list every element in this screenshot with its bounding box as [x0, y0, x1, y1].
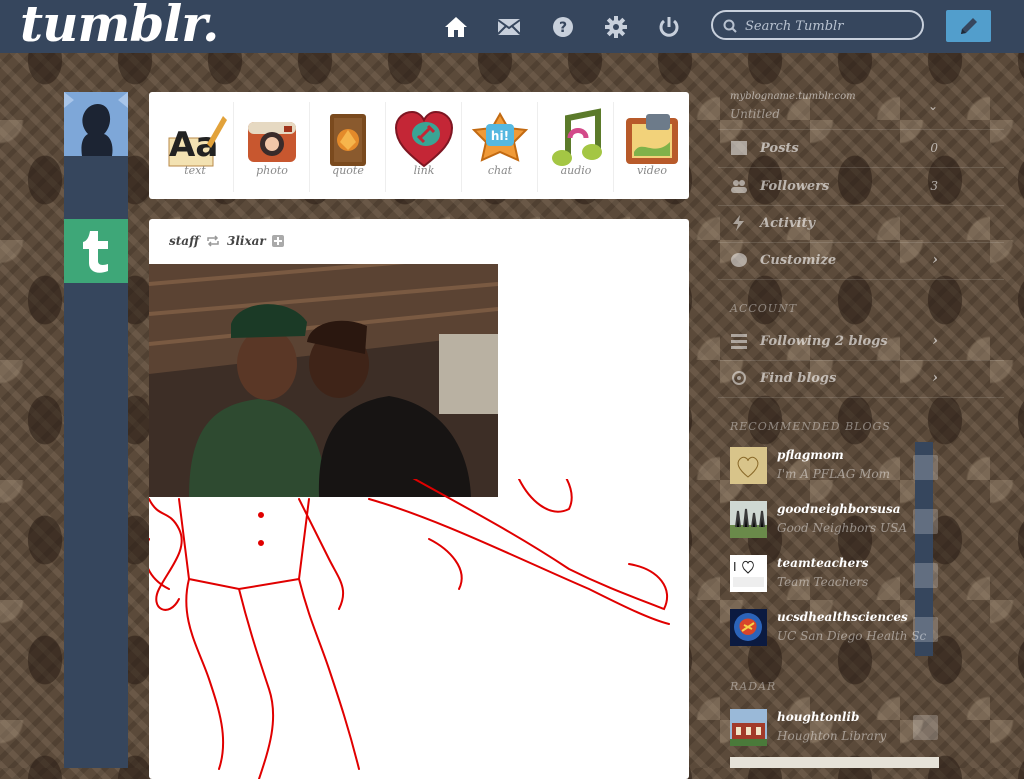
- recommended-heading: RECOMMENDED BLOGS: [730, 420, 891, 433]
- radar-heading: RADAR: [730, 680, 777, 693]
- search-box[interactable]: [711, 10, 924, 40]
- post-header: staff 3lixar: [169, 234, 284, 248]
- account-heading: ACCOUNT: [730, 302, 798, 315]
- post-type-quote[interactable]: quote: [309, 102, 386, 192]
- follow-plus-icon[interactable]: [271, 235, 284, 247]
- radar-post-preview[interactable]: [730, 757, 939, 768]
- post-type-audio[interactable]: audio: [537, 102, 614, 192]
- dashboard-post: staff 3lixar: [149, 219, 689, 779]
- blog-avatar: [730, 501, 767, 538]
- link-icon: [394, 110, 454, 168]
- tumblr-logo[interactable]: tumblr.: [20, 0, 219, 53]
- svg-text:I: I: [733, 560, 737, 574]
- post-author[interactable]: staff: [169, 234, 199, 248]
- followers-icon: [731, 180, 747, 193]
- top-bar: tumblr. ?: [0, 0, 1024, 53]
- left-strip: [64, 92, 128, 768]
- post-type-photo[interactable]: photo: [233, 102, 310, 192]
- recommended-blog[interactable]: ucsdhealthsciences UC San Diego Health S…: [730, 605, 940, 653]
- recommended-blog[interactable]: pflagmom I'm A PFLAG Mom: [730, 443, 940, 491]
- home-icon[interactable]: [441, 12, 471, 42]
- blog-avatar: [730, 609, 767, 646]
- sidebar-item-activity[interactable]: Activity: [718, 205, 1004, 243]
- post-type-text[interactable]: Aa text: [157, 102, 233, 192]
- following-icon: [731, 334, 747, 349]
- sidebar-item-customize[interactable]: Customize ›: [718, 242, 1004, 280]
- post-type-link[interactable]: link: [385, 102, 462, 192]
- text-icon: Aa: [168, 116, 227, 167]
- mail-icon[interactable]: [494, 12, 524, 42]
- find-blogs-icon: [732, 371, 746, 385]
- blog-title: Untitled: [730, 107, 780, 121]
- palette-icon: [731, 253, 747, 267]
- sidebar-item-following[interactable]: Following 2 blogs ›: [718, 323, 1004, 361]
- blog-avatar: [730, 447, 767, 484]
- post-type-video[interactable]: video: [613, 102, 690, 192]
- post-doodle: [149, 479, 670, 779]
- audio-icon: [552, 108, 602, 166]
- post-photo[interactable]: [149, 264, 498, 497]
- compose-button[interactable]: [946, 10, 991, 42]
- post-type-bar: Aa text photo quote link hi! chat audio …: [149, 92, 689, 199]
- follow-button[interactable]: [913, 715, 938, 740]
- video-icon: [626, 114, 678, 164]
- blog-avatar: I: [730, 555, 767, 592]
- activity-icon: [733, 215, 744, 231]
- sidebar-item-posts[interactable]: Posts 0: [718, 130, 1004, 168]
- posts-icon: [731, 141, 747, 155]
- sidebar-item-find-blogs[interactable]: Find blogs ›: [718, 360, 1004, 398]
- help-icon[interactable]: ?: [548, 12, 578, 42]
- blog-avatar: [730, 709, 767, 746]
- blog-selector[interactable]: myblogname.tumblr.com Untitled ⌄: [718, 85, 1004, 130]
- follow-button[interactable]: [913, 455, 938, 480]
- follow-button[interactable]: [913, 509, 938, 534]
- chat-icon: hi!: [471, 111, 529, 162]
- settings-icon[interactable]: [601, 12, 631, 42]
- camera-icon: [248, 122, 296, 162]
- chevron-right-icon: ›: [932, 252, 938, 268]
- follow-button[interactable]: [913, 563, 938, 588]
- pencil-icon: [960, 18, 977, 34]
- sidebar-item-followers[interactable]: Followers 3: [718, 168, 1004, 206]
- blog-url: myblogname.tumblr.com: [730, 91, 856, 102]
- quote-icon: [330, 114, 366, 166]
- svg-text:hi!: hi!: [491, 129, 509, 143]
- radar-blog[interactable]: houghtonlib Houghton Library: [730, 705, 940, 753]
- recommended-blog[interactable]: I teamteachers Team Teachers: [730, 551, 940, 599]
- post-type-chat[interactable]: hi! chat: [461, 102, 538, 192]
- follow-button[interactable]: [913, 617, 938, 642]
- user-avatar[interactable]: [64, 92, 128, 156]
- chevron-right-icon: ›: [932, 333, 938, 349]
- svg-text:?: ?: [559, 20, 567, 36]
- chevron-right-icon: ›: [932, 370, 938, 386]
- reblogged-from[interactable]: 3lixar: [227, 234, 266, 248]
- chevron-down-icon: ⌄: [927, 99, 938, 113]
- power-icon[interactable]: [654, 12, 684, 42]
- search-icon: [723, 18, 737, 37]
- tumblr-staff-avatar[interactable]: [64, 219, 128, 283]
- reblog-icon: [207, 235, 219, 247]
- search-input[interactable]: [743, 16, 917, 36]
- recommended-blog[interactable]: goodneighborsusa Good Neighbors USA: [730, 497, 940, 545]
